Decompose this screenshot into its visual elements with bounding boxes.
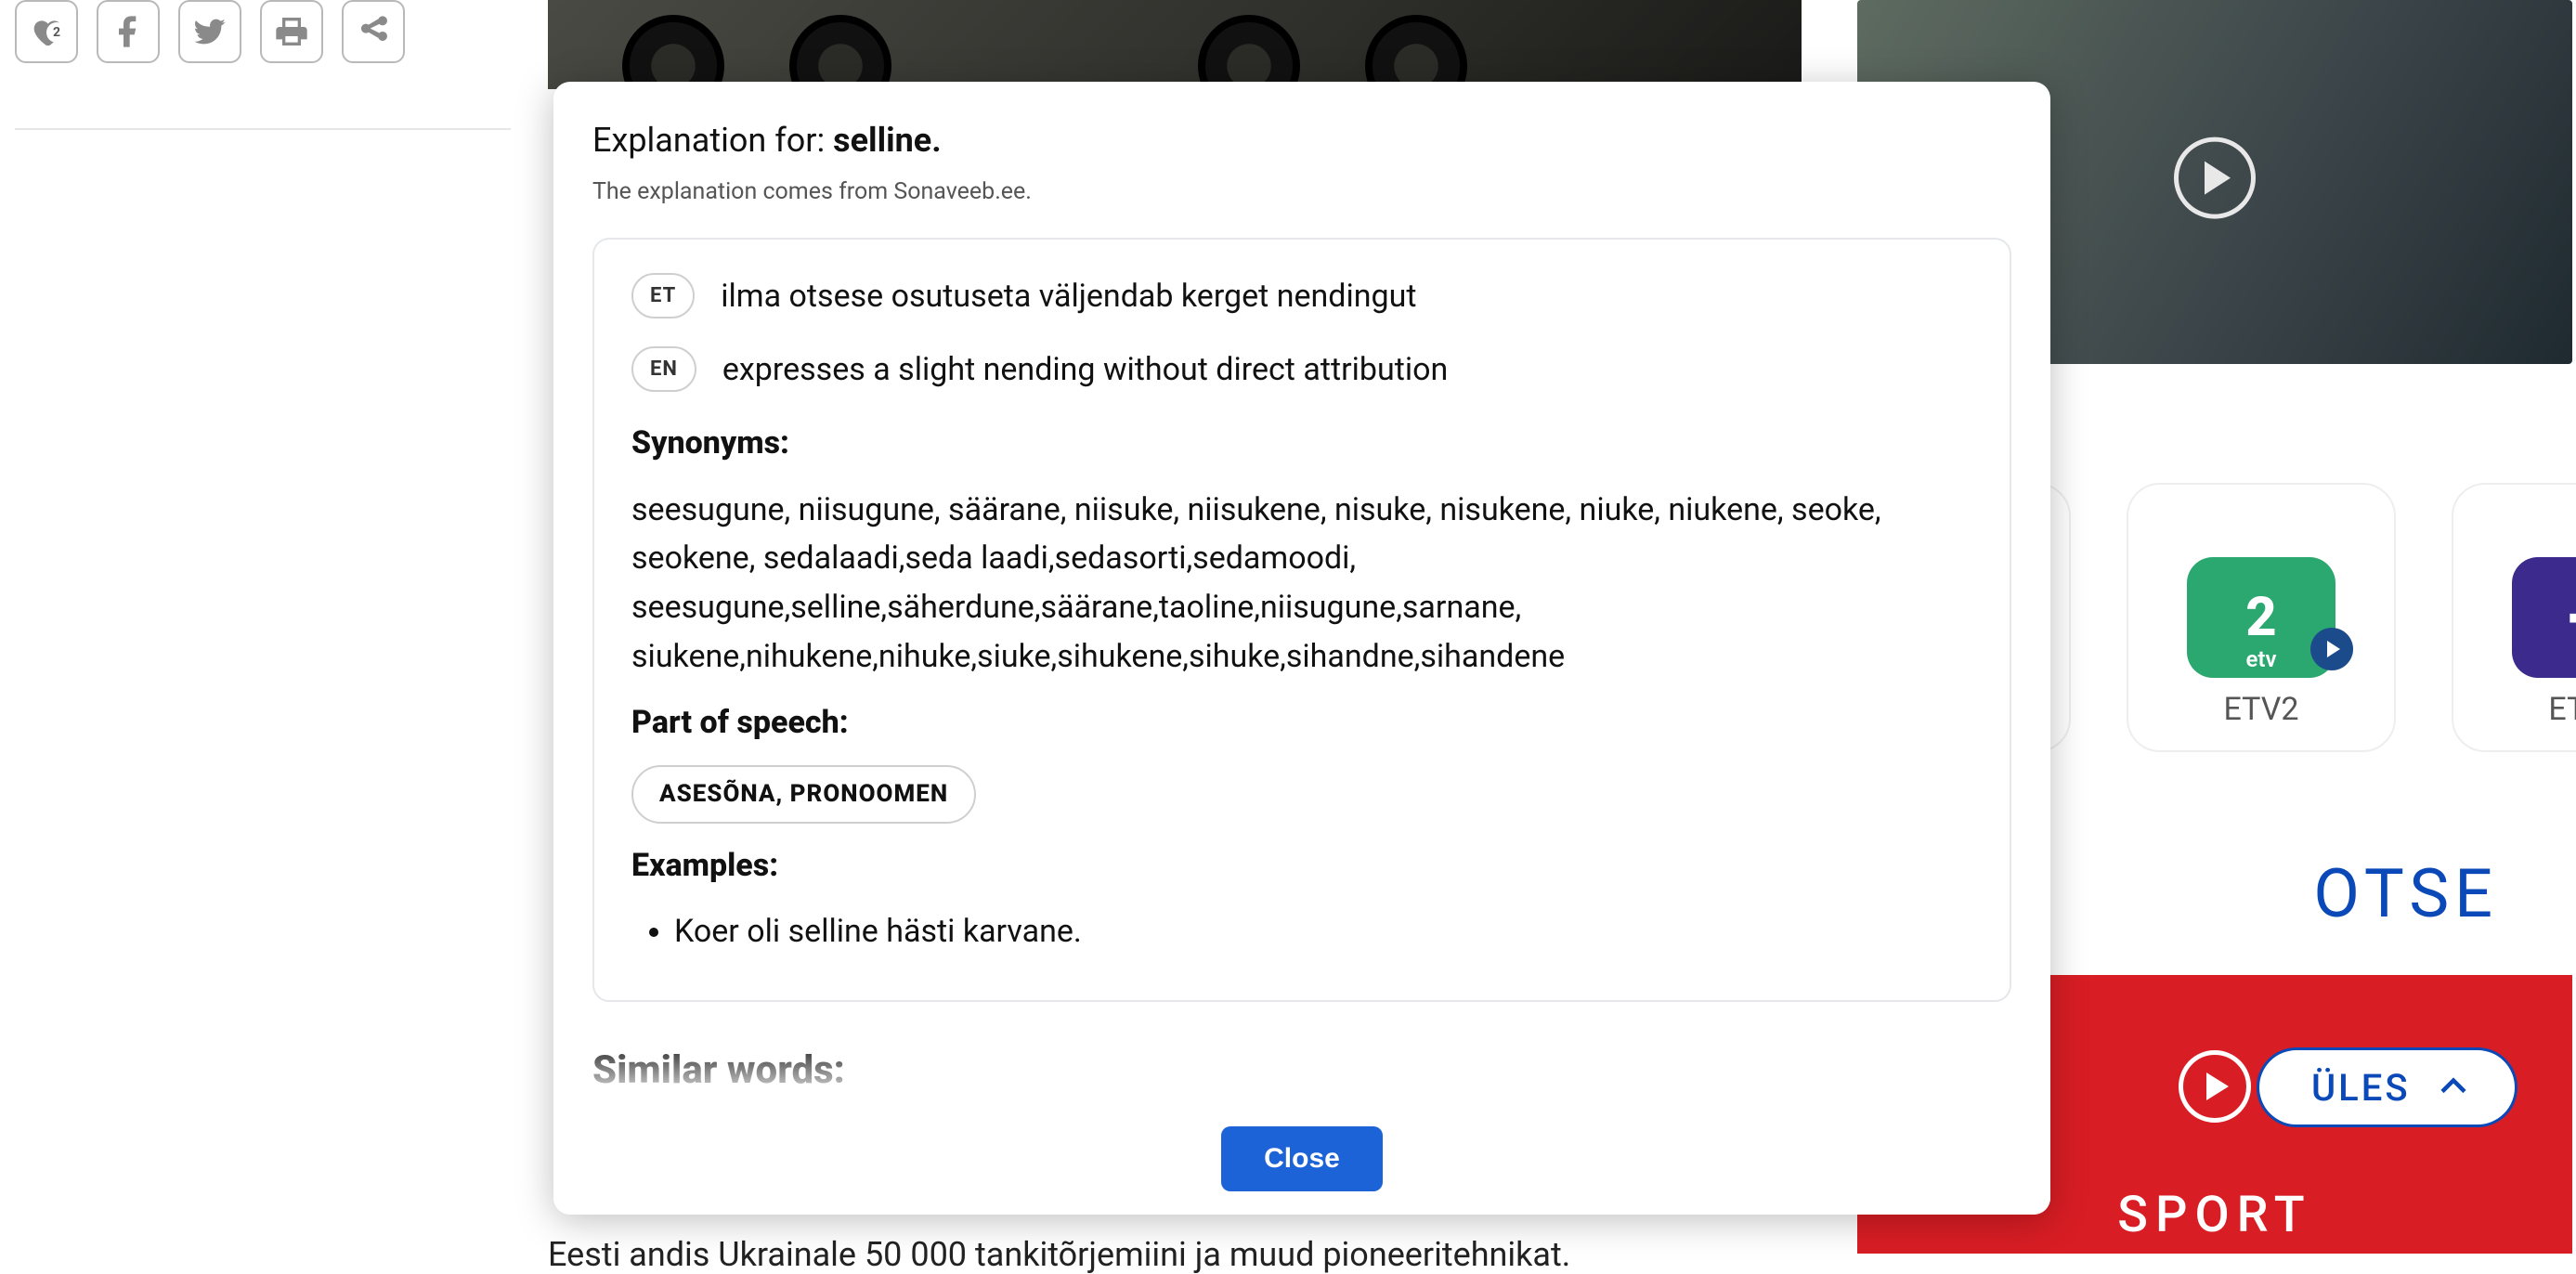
modal-footer: Close (553, 1103, 2050, 1215)
synonyms-heading: Synonyms: (631, 420, 1972, 467)
modal-title-word: selline. (833, 121, 942, 160)
definition-text: ilma otsese osutuseta väljendab kerget n… (721, 273, 1416, 320)
definition-row-et: ET ilma otsese osutuseta väljendab kerge… (631, 273, 1972, 320)
modal-title-prefix: Explanation for: (592, 121, 833, 160)
modal-body[interactable]: Explanation for: selline. The explanatio… (553, 82, 2050, 1103)
pos-badge: ASESÕNA, PRONOOMEN (631, 765, 976, 824)
similar-words-heading: Similar words: (592, 1041, 2011, 1099)
close-button[interactable]: Close (1221, 1126, 1383, 1191)
example-item: Koer oli selline hästi karvane. (674, 908, 1972, 956)
definition-card: ET ilma otsese osutuseta väljendab kerge… (592, 238, 2011, 1003)
pos-heading: Part of speech: (631, 699, 1972, 747)
modal-title: Explanation for: selline. (592, 115, 2011, 165)
examples-list: Koer oli selline hästi karvane. (631, 908, 1972, 956)
explanation-modal: Explanation for: selline. The explanatio… (553, 82, 2050, 1215)
definition-row-en: EN expresses a slight nending without di… (631, 346, 1972, 394)
examples-heading: Examples: (631, 842, 1972, 890)
lang-badge: EN (631, 346, 696, 392)
lang-badge: ET (631, 273, 695, 318)
synonyms-list: seesugune, niisugune, säärane, niisuke, … (631, 486, 1972, 682)
definition-text: expresses a slight nending without direc… (722, 346, 1448, 394)
modal-subtitle: The explanation comes from Sonaveeb.ee. (592, 175, 2011, 210)
